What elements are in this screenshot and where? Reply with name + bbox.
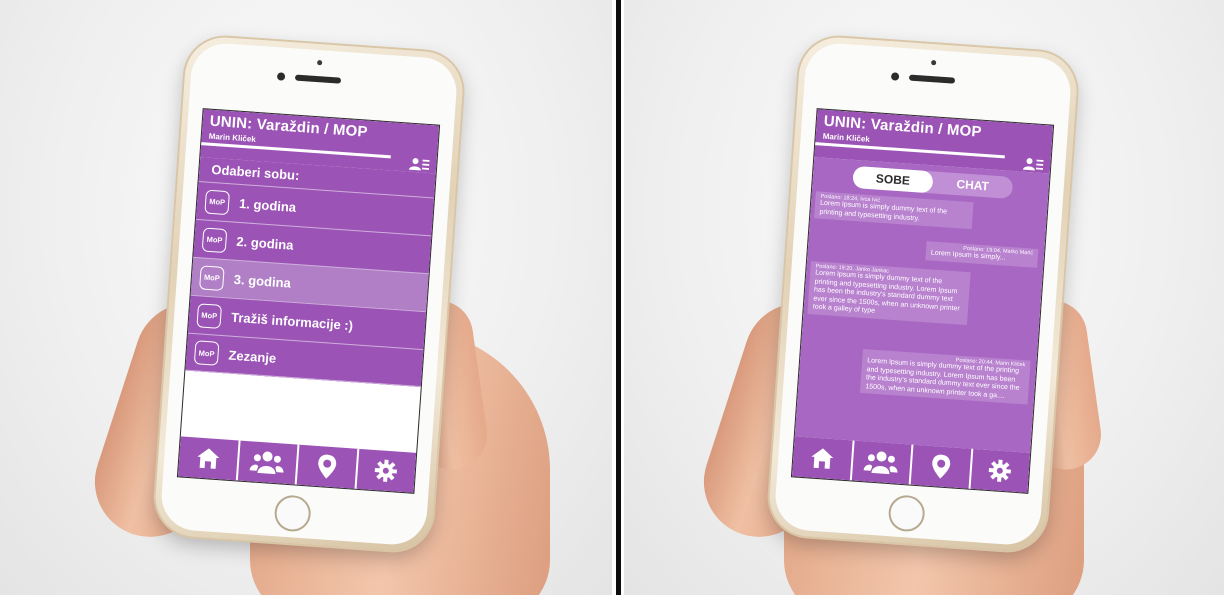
room-list: Odaberi sobu: MoP 1. godina MoP 2. godin… [185,157,436,388]
phone-right: UNIN: Varaždin / MOP Marin Kliček SOBE C… [766,34,1080,554]
room-name: 1. godina [238,195,297,215]
tab-chat[interactable]: CHAT [932,171,1013,199]
chat-body: SOBE CHAT Poslano: 18:24, Ivca Ivić Lore… [794,157,1050,453]
chat-message: Poslano: 20:44, Marin Kliček Lorem Ipsum… [859,348,1031,405]
nav-location-button[interactable] [910,444,973,489]
gear-icon [374,459,398,482]
nav-location-button[interactable] [296,444,359,489]
nav-home-button[interactable] [791,436,855,481]
nav-settings-button[interactable] [970,449,1030,493]
room-name: Zezanje [228,347,277,366]
home-icon [197,448,220,469]
gear-icon [988,459,1012,482]
mop-badge-icon: MoP [196,302,223,329]
mop-badge-icon: MoP [199,264,225,291]
nav-groups-button[interactable] [851,440,914,485]
room-name: 3. godina [233,271,292,291]
nav-groups-button[interactable] [237,440,300,485]
nav-settings-button[interactable] [356,449,416,493]
home-icon [811,448,834,469]
mop-badge-icon: MoP [204,189,231,215]
room-name: 2. godina [235,233,294,253]
phone-left: UNIN: Varaždin / MOP Marin Kliček Odaber… [152,34,466,554]
contacts-icon[interactable] [1022,157,1044,172]
contacts-icon[interactable] [408,157,430,172]
location-pin-icon [931,454,950,479]
header-divider [815,142,1005,159]
app-screen-chat: UNIN: Varaždin / MOP Marin Kliček SOBE C… [790,108,1055,494]
chat-message: Poslano: 19:20, Janko Jankac Lorem Ipsum… [807,261,971,325]
right-photo: UNIN: Varaždin / MOP Marin Kliček SOBE C… [624,0,1224,595]
left-photo: UNIN: Varaždin / MOP Marin Kliček Odaber… [0,0,612,595]
room-name: Tražiš informacije :) [230,309,354,334]
nav-home-button[interactable] [177,436,241,481]
app-screen-rooms: UNIN: Varaždin / MOP Marin Kliček Odaber… [176,108,441,494]
tab-sobe[interactable]: SOBE [852,165,934,194]
chat-message: Poslano: 18:24, Ivca Ivić Lorem Ipsum is… [814,191,974,230]
chat-message: Poslano: 19:04, Marko Marić Lorem Ipsum … [925,241,1039,268]
header-divider [201,142,391,159]
mop-badge-icon: MoP [193,340,220,366]
user-name: Marin Kliček [208,131,257,144]
group-icon [249,451,284,475]
user-name: Marin Kliček [822,131,871,144]
panel-divider [612,0,624,595]
tab-switcher: SOBE CHAT [852,165,1014,199]
location-pin-icon [317,454,336,479]
group-icon [863,451,898,475]
mop-badge-icon: MoP [201,226,228,253]
